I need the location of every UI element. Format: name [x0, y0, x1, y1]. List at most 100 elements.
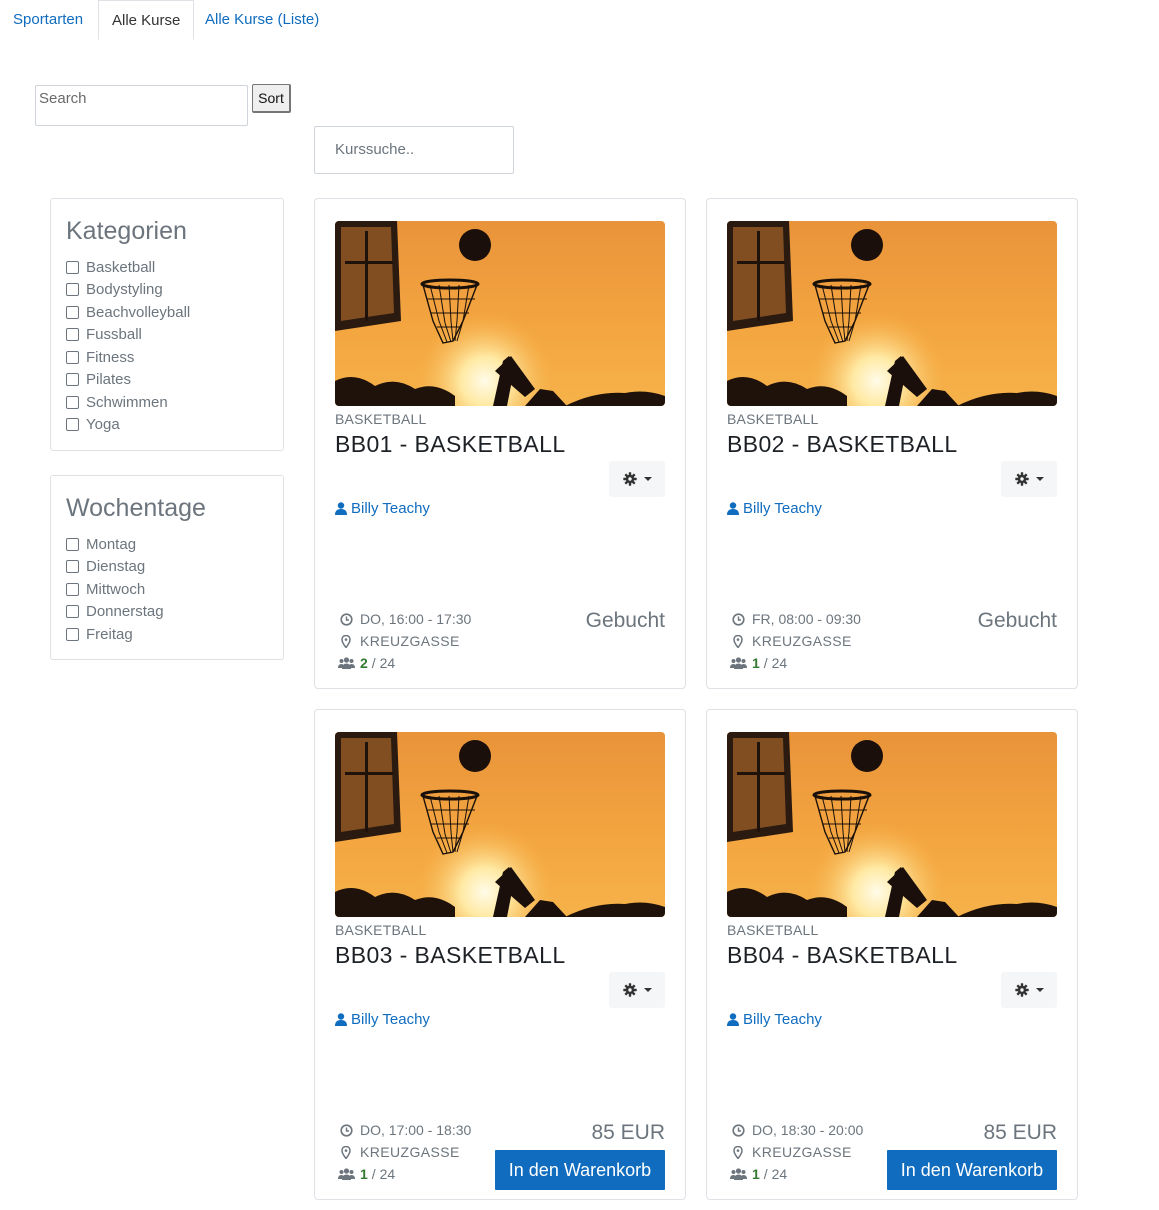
sort-button[interactable]: Sort [252, 84, 291, 113]
course-title[interactable]: BB04 - BASKETBALL [727, 942, 958, 969]
weekday-filter-item[interactable]: Donnerstag [66, 601, 268, 624]
course-time-text: FR, 08:00 - 09:30 [752, 611, 861, 627]
course-title[interactable]: BB01 - BASKETBALL [335, 431, 566, 458]
course-participants: 1/ 24 [729, 655, 787, 671]
search-placeholder: Search [39, 90, 87, 107]
weekday-filter-item[interactable]: Dienstag [66, 556, 268, 579]
course-card: BASKETBALL BB04 - BASKETBALL Billy Teachy D… [706, 709, 1078, 1200]
map-marker-icon [729, 1145, 747, 1159]
user-icon [727, 1013, 739, 1026]
checkbox[interactable] [66, 328, 79, 342]
category-filter-item[interactable]: Pilates [66, 369, 268, 392]
add-to-cart-button[interactable]: In den Warenkorb [495, 1150, 665, 1190]
basketball-photo [335, 732, 665, 917]
category-filter-item[interactable]: Fussball [66, 324, 268, 347]
checkbox[interactable] [66, 418, 79, 432]
add-to-cart-button[interactable]: In den Warenkorb [887, 1150, 1057, 1190]
map-marker-icon [337, 1145, 355, 1159]
user-icon [335, 1013, 347, 1026]
tab-bar: Sportarten Alle Kurse Alle Kurse (Liste) [0, 0, 1159, 40]
category-filter-label: Fitness [86, 348, 135, 366]
checkbox[interactable] [66, 373, 79, 387]
capacity: / 24 [371, 1166, 396, 1182]
tab-sportarten[interactable]: Sportarten [0, 0, 96, 40]
course-time: FR, 08:00 - 09:30 [729, 611, 861, 627]
category-filter-item[interactable]: Yoga [66, 414, 268, 437]
checkbox[interactable] [66, 395, 79, 409]
tab-alle-kurse[interactable]: Alle Kurse [98, 0, 195, 40]
course-location: KREUZGASSE [729, 1144, 852, 1160]
users-icon [337, 1168, 355, 1180]
course-time: DO, 16:00 - 17:30 [337, 611, 471, 627]
course-search-input[interactable]: Kurssuche.. [314, 126, 514, 174]
weekdays-panel: Wochentage Montag Dienstag Mittwoch Donners… [50, 475, 284, 660]
caret-down-icon [1035, 477, 1044, 481]
weekday-filter-item[interactable]: Freitag [66, 623, 268, 646]
checkbox[interactable] [66, 283, 79, 297]
category-filter-item[interactable]: Basketball [66, 256, 268, 279]
booked-count: 2 [360, 655, 368, 671]
course-actions-button[interactable] [1001, 972, 1057, 1008]
course-time: DO, 17:00 - 18:30 [337, 1122, 471, 1138]
course-card: BASKETBALL BB01 - BASKETBALL Billy Teachy D… [314, 198, 686, 689]
teacher-link[interactable]: Billy Teachy [335, 1011, 430, 1028]
weekday-filter-item[interactable]: Montag [66, 533, 268, 556]
booking-status: Gebucht [977, 609, 1057, 632]
category-filter-item[interactable]: Schwimmen [66, 391, 268, 414]
caret-down-icon [643, 988, 652, 992]
booking-status: Gebucht [585, 609, 665, 632]
weekdays-title: Wochentage [66, 494, 206, 522]
category-filter-label: Beachvolleyball [86, 303, 191, 321]
course-time-text: DO, 16:00 - 17:30 [360, 611, 472, 627]
category-filter-label: Fussball [86, 326, 142, 344]
checkbox[interactable] [66, 350, 79, 364]
clock-icon [337, 1123, 355, 1137]
tab-alle-kurse-liste[interactable]: Alle Kurse (Liste) [192, 0, 332, 40]
category-filter-item[interactable]: Bodystyling [66, 279, 268, 302]
course-location-text: KREUZGASSE [360, 633, 460, 649]
checkbox[interactable] [66, 537, 79, 551]
teacher-link[interactable]: Billy Teachy [727, 500, 822, 517]
category-filter-item[interactable]: Fitness [66, 346, 268, 369]
course-title[interactable]: BB02 - BASKETBALL [727, 431, 958, 458]
course-participants: 1/ 24 [337, 1166, 395, 1182]
course-category: BASKETBALL [335, 922, 427, 938]
users-icon [729, 1168, 747, 1180]
course-location: KREUZGASSE [337, 1144, 460, 1160]
capacity: / 24 [371, 655, 396, 671]
user-icon [727, 502, 739, 515]
teacher-name: Billy Teachy [351, 1011, 430, 1028]
checkbox[interactable] [66, 305, 79, 319]
course-image[interactable] [727, 221, 1057, 406]
checkbox[interactable] [66, 560, 79, 574]
booked-count: 1 [752, 1166, 760, 1182]
checkbox[interactable] [66, 582, 79, 596]
teacher-link[interactable]: Billy Teachy [335, 500, 430, 517]
course-image[interactable] [335, 732, 665, 917]
course-category: BASKETBALL [335, 411, 427, 427]
checkbox[interactable] [66, 605, 79, 619]
course-actions-button[interactable] [609, 461, 665, 497]
weekday-filter-item[interactable]: Mittwoch [66, 578, 268, 601]
basketball-photo [727, 732, 1057, 917]
teacher-link[interactable]: Billy Teachy [727, 1011, 822, 1028]
category-filter-item[interactable]: Beachvolleyball [66, 301, 268, 324]
course-title[interactable]: BB03 - BASKETBALL [335, 942, 566, 969]
clock-icon [729, 1123, 747, 1137]
map-marker-icon [337, 634, 355, 648]
checkbox[interactable] [66, 260, 79, 274]
course-location-text: KREUZGASSE [752, 633, 852, 649]
course-image[interactable] [727, 732, 1057, 917]
course-image[interactable] [335, 221, 665, 406]
course-actions-button[interactable] [609, 972, 665, 1008]
checkbox[interactable] [66, 627, 79, 641]
search-input[interactable]: Search [35, 85, 248, 126]
course-participants: 2/ 24 [337, 655, 395, 671]
course-category: BASKETBALL [727, 411, 819, 427]
course-location-text: KREUZGASSE [752, 1144, 852, 1160]
course-actions-button[interactable] [1001, 461, 1057, 497]
categories-title: Kategorien [66, 217, 187, 245]
gear-icon [622, 983, 637, 997]
course-price: 85 EUR [591, 1121, 665, 1144]
category-filter-label: Basketball [86, 258, 156, 276]
